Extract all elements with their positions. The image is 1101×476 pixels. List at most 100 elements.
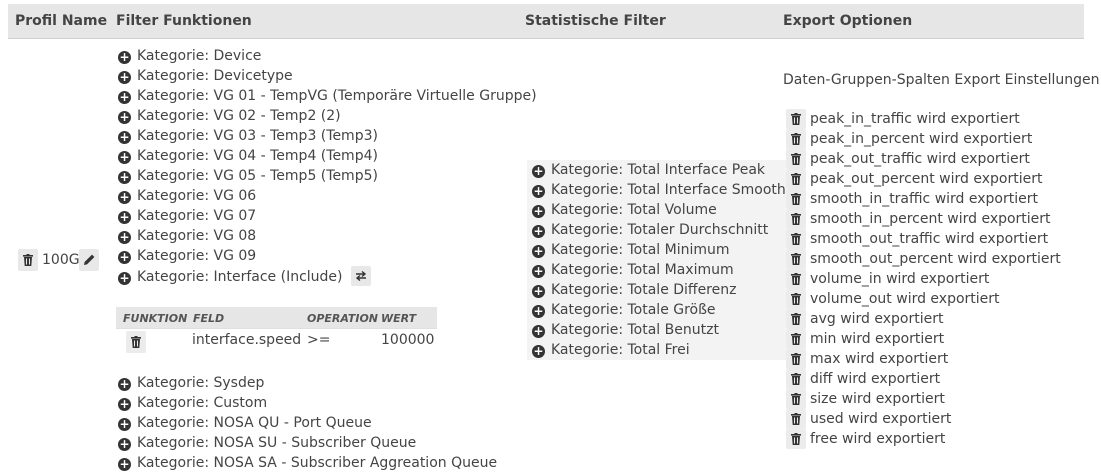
filter-item: + Kategorie: VG 01 - TempVG (Temporäre Vi… — [118, 88, 537, 104]
plus-circle-icon[interactable]: + — [118, 91, 131, 104]
plus-circle-icon[interactable]: + — [118, 231, 131, 244]
export-item: peak_in_traffic wird exportiert — [810, 111, 1020, 127]
delete-export-button[interactable] — [786, 389, 806, 409]
export-item: smooth_out_percent wird exportiert — [810, 251, 1061, 267]
trash-icon — [791, 153, 801, 165]
trash-icon — [791, 133, 801, 145]
edit-profile-button[interactable] — [79, 249, 99, 271]
trash-icon — [791, 213, 801, 225]
trash-icon — [791, 273, 801, 285]
trash-icon — [791, 113, 801, 125]
export-item: avg wird exportiert — [810, 311, 944, 327]
delete-export-button[interactable] — [786, 289, 806, 309]
swap-button[interactable] — [350, 266, 371, 286]
plus-circle-icon[interactable]: + — [532, 285, 545, 298]
plus-circle-icon[interactable]: + — [118, 378, 131, 391]
plus-circle-icon[interactable]: + — [532, 225, 545, 238]
delete-export-button[interactable] — [786, 129, 806, 149]
trash-icon — [791, 293, 801, 305]
delete-export-button[interactable] — [786, 269, 806, 289]
filter-item: + Kategorie: NOSA SU - Subscriber Queue — [118, 435, 417, 451]
delete-export-button[interactable] — [786, 409, 806, 429]
plus-circle-icon[interactable]: + — [118, 191, 131, 204]
swap-icon — [355, 271, 367, 281]
stat-filter-item: + Kategorie: Total Benutzt — [532, 322, 719, 338]
condition-operation: >= — [307, 332, 331, 348]
delete-export-button[interactable] — [786, 349, 806, 369]
filter-item: + Kategorie: VG 09 — [118, 248, 257, 264]
export-item: diff wird exportiert — [810, 371, 941, 387]
delete-export-button[interactable] — [786, 249, 806, 269]
plus-circle-icon[interactable]: + — [532, 185, 545, 198]
plus-circle-icon[interactable]: + — [532, 305, 545, 318]
table-header: Profil Name Filter Funktionen Statistisc… — [8, 4, 1084, 39]
delete-export-button[interactable] — [786, 149, 806, 169]
plus-circle-icon[interactable]: + — [532, 245, 545, 258]
plus-circle-icon[interactable]: + — [532, 205, 545, 218]
delete-profile-button[interactable] — [18, 249, 38, 271]
plus-circle-icon[interactable]: + — [118, 211, 131, 224]
trash-icon — [791, 373, 801, 385]
plus-circle-icon[interactable]: + — [118, 51, 131, 64]
plus-circle-icon[interactable]: + — [118, 111, 131, 124]
delete-export-button[interactable] — [786, 229, 806, 249]
export-item: used wird exportiert — [810, 411, 952, 427]
trash-icon — [791, 173, 801, 185]
stat-filter-item: + Kategorie: Total Interface Smooth — [532, 182, 786, 198]
stat-filter-item: + Kategorie: Totale Differenz — [532, 282, 737, 298]
plus-circle-icon[interactable]: + — [118, 458, 131, 471]
delete-export-button[interactable] — [786, 329, 806, 349]
delete-export-button[interactable] — [786, 189, 806, 209]
plus-circle-icon[interactable]: + — [532, 165, 545, 178]
export-item: max wird exportiert — [810, 351, 949, 367]
plus-circle-icon[interactable]: + — [118, 171, 131, 184]
col-funktion: FUNKTION — [123, 312, 188, 325]
plus-circle-icon[interactable]: + — [118, 272, 131, 285]
stat-filter-item: + Kategorie: Totaler Durchschnitt — [532, 222, 769, 238]
delete-export-button[interactable] — [786, 169, 806, 189]
export-item: smooth_out_traffic wird exportiert — [810, 231, 1049, 247]
export-item: smooth_in_percent wird exportiert — [810, 211, 1051, 227]
delete-export-button[interactable] — [786, 209, 806, 229]
delete-export-button[interactable] — [786, 309, 806, 329]
col-wert: WERT — [381, 312, 417, 325]
col-feld: FELD — [193, 312, 225, 325]
stat-filter-item: + Kategorie: Total Frei — [532, 342, 690, 358]
plus-circle-icon[interactable]: + — [118, 418, 131, 431]
filter-item: + Kategorie: VG 06 — [118, 188, 257, 204]
filter-item: + Kategorie: Custom — [118, 395, 268, 411]
export-item: smooth_in_traffic wird exportiert — [810, 191, 1038, 207]
export-heading: Daten-Gruppen-Spalten Export Einstellung… — [783, 72, 1100, 88]
trash-icon — [791, 433, 801, 445]
filter-item: + Kategorie: Sysdep — [118, 375, 265, 391]
trash-icon — [791, 233, 801, 245]
filter-item: + Kategorie: VG 08 — [118, 228, 257, 244]
delete-export-button[interactable] — [786, 429, 806, 449]
condition-table-header: FUNKTION FELD OPERATION WERT — [116, 307, 437, 328]
header-statistische-filter: Statistische Filter — [525, 13, 666, 29]
delete-export-button[interactable] — [786, 369, 806, 389]
plus-circle-icon[interactable]: + — [532, 265, 545, 278]
header-filter-funktionen: Filter Funktionen — [116, 13, 252, 29]
filter-list-bottom: + Kategorie: Sysdep + Kategorie: Custom + K… — [118, 373, 497, 473]
stat-filter-item: + Kategorie: Total Maximum — [532, 262, 734, 278]
delete-condition-button[interactable] — [126, 331, 146, 353]
filter-item: + Kategorie: VG 02 - Temp2 (2) — [118, 108, 341, 124]
filter-item: + Kategorie: VG 05 - Temp5 (Temp5) — [118, 168, 378, 184]
delete-export-button[interactable] — [786, 109, 806, 129]
plus-circle-icon[interactable]: + — [118, 131, 131, 144]
condition-wert: 100000 — [381, 332, 435, 348]
filter-item: + Kategorie: Interface (Include) — [118, 266, 537, 286]
plus-circle-icon[interactable]: + — [118, 151, 131, 164]
filter-item: + Kategorie: Devicetype — [118, 68, 293, 84]
plus-circle-icon[interactable]: + — [118, 251, 131, 264]
plus-circle-icon[interactable]: + — [118, 438, 131, 451]
filter-list-top: + Kategorie: Device + Kategorie: Devicetyp… — [118, 46, 537, 286]
filter-item: + Kategorie: VG 03 - Temp3 (Temp3) — [118, 128, 378, 144]
plus-circle-icon[interactable]: + — [532, 325, 545, 338]
filter-item: + Kategorie: NOSA QU - Port Queue — [118, 415, 372, 431]
plus-circle-icon[interactable]: + — [118, 71, 131, 84]
plus-circle-icon[interactable]: + — [118, 398, 131, 411]
export-item: volume_in wird exportiert — [810, 271, 990, 287]
plus-circle-icon[interactable]: + — [532, 345, 545, 358]
